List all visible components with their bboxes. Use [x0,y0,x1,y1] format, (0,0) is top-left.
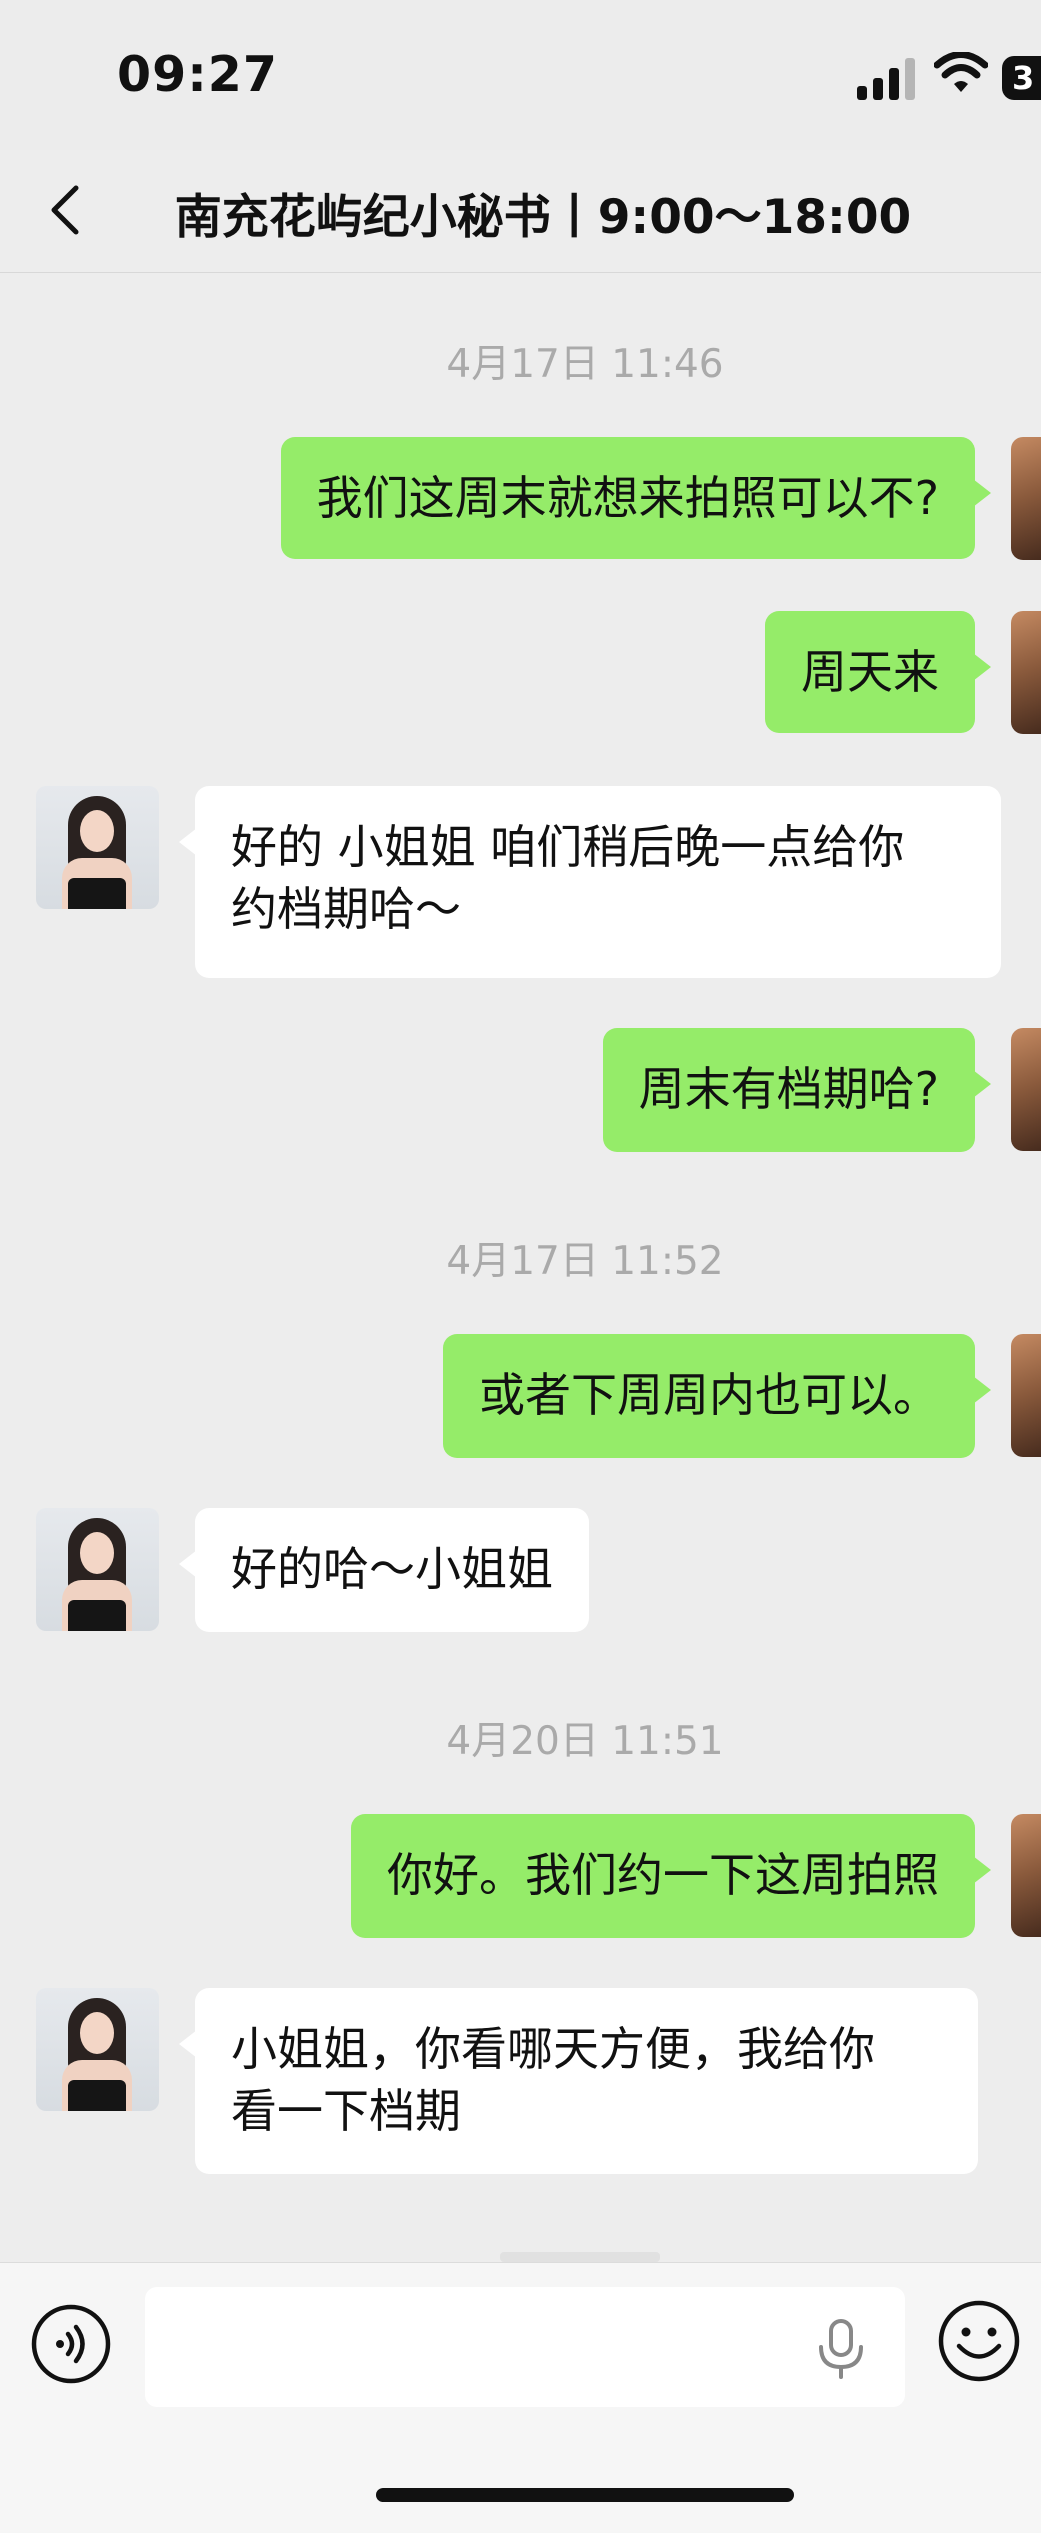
emoji-icon[interactable] [937,2299,1021,2383]
contact-avatar[interactable] [36,1508,159,1631]
message-text: 我们这周末就想来拍照可以不? [316,471,939,525]
sent-message[interactable]: 周末有档期哈? [602,1028,992,1152]
message-timestamp: 4月20日 11:51 [446,1719,724,1764]
received-message[interactable]: 好的 小姐姐 咱们稍后晚一点给你 约档期哈～ [179,786,1001,978]
sent-message[interactable]: 我们这周末就想来拍照可以不? [280,437,992,559]
my-avatar[interactable] [1011,1028,1041,1151]
message-text-line: 好的哈～小姐姐 [231,1542,553,1596]
message-timestamp: 4月17日 11:52 [446,1239,724,1284]
microphone-icon[interactable] [813,2319,869,2379]
wifi-icon [934,52,988,92]
status-bar: 09:27 3 [0,0,1041,150]
chat-title: 南充花屿纪小秘书丨9:00～18:00 [174,190,912,245]
received-message[interactable]: 好的哈～小姐姐 [179,1508,589,1632]
my-avatar[interactable] [1011,611,1041,734]
battery-icon: 3 [1002,56,1041,100]
message-text: 你好。我们约一下这周拍照 [387,1848,939,1902]
sent-message[interactable]: 或者下周周内也可以。 [443,1334,991,1458]
message-text: 周天来 [801,645,939,699]
message-text-line: 好的 小姐姐 咱们稍后晚一点给你 [231,820,905,874]
home-indicator [376,2488,794,2502]
sent-message[interactable]: 你好。我们约一下这周拍照 [351,1814,991,1938]
message-input[interactable] [145,2287,905,2407]
message-text-line: 约档期哈～ [231,882,461,936]
contact-avatar[interactable] [36,1988,159,2111]
next-timestamp-peek [500,2252,660,2262]
voice-mode-icon[interactable] [30,2303,112,2385]
my-avatar[interactable] [1011,437,1041,560]
sent-message[interactable]: 周天来 [765,611,991,733]
message-timestamp: 4月17日 11:46 [446,342,724,387]
status-time: 09:27 [117,46,278,103]
message-text: 或者下周周内也可以。 [479,1368,939,1422]
my-avatar[interactable] [1011,1814,1041,1937]
my-avatar[interactable] [1011,1334,1041,1457]
input-bar [0,2262,1041,2533]
chat-header: 南充花屿纪小秘书丨9:00～18:00 [0,150,1041,273]
message-text-line: 看一下档期 [231,2084,461,2138]
message-text-line: 小姐姐，你看哪天方便，我给你 [231,2022,875,2076]
cellular-signal-icon [857,58,917,100]
message-text: 周末有档期哈? [638,1062,939,1116]
received-message[interactable]: 小姐姐，你看哪天方便，我给你 看一下档期 [179,1988,978,2174]
contact-avatar[interactable] [36,786,159,909]
